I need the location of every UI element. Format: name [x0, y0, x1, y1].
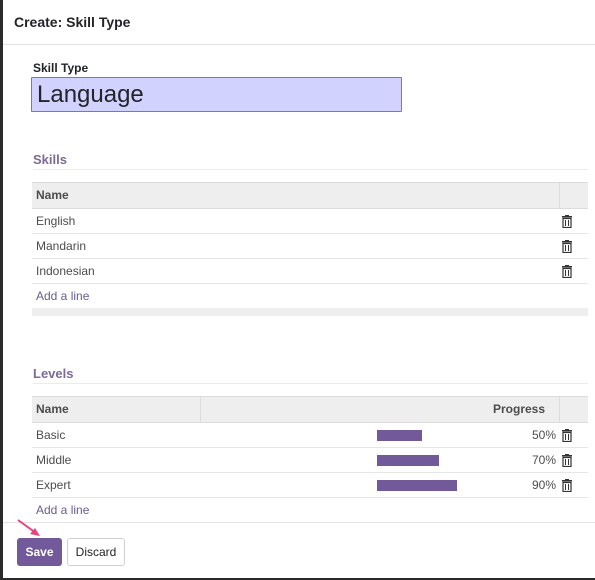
- trash-icon[interactable]: [561, 215, 573, 228]
- arrow-icon: [17, 519, 40, 536]
- table-row[interactable]: Indonesian: [32, 259, 588, 284]
- table-row[interactable]: Expert 90%: [32, 473, 588, 498]
- progress-bar: [377, 430, 466, 441]
- dialog-footer: Save Discard: [3, 522, 595, 578]
- progress-fill: [377, 430, 422, 441]
- progress-bar: [377, 455, 466, 466]
- table-row[interactable]: Mandarin: [32, 234, 588, 259]
- levels-table: Name Progress Basic 50% Middle 70% Exper…: [32, 396, 588, 522]
- progress-fill: [377, 480, 458, 491]
- trash-icon[interactable]: [561, 265, 573, 278]
- skills-table-header: Name: [32, 182, 588, 209]
- table-row[interactable]: English: [32, 209, 588, 234]
- dialog-header: Create: Skill Type: [3, 0, 595, 45]
- trash-icon[interactable]: [561, 429, 573, 442]
- skill-name[interactable]: Mandarin: [36, 234, 86, 258]
- progress-value: 90%: [532, 478, 557, 492]
- level-name[interactable]: Middle: [36, 448, 71, 472]
- skill-name[interactable]: Indonesian: [36, 259, 95, 283]
- progress-bar: [377, 480, 466, 491]
- skills-add-line-link[interactable]: Add a line: [32, 284, 588, 308]
- skills-table: Name English Mandarin Indonesian Add a l…: [32, 182, 588, 316]
- progress-fill: [377, 455, 440, 466]
- levels-column-name[interactable]: Name: [36, 397, 69, 422]
- levels-add-line-link[interactable]: Add a line: [32, 498, 588, 522]
- skills-section-title: Skills: [33, 152, 67, 167]
- dialog-body: Skill Type Language Skills Name English …: [3, 46, 595, 522]
- dialog: Create: Skill Type Skill Type Language S…: [3, 0, 595, 578]
- trash-icon[interactable]: [561, 454, 573, 467]
- discard-button[interactable]: Discard: [67, 538, 125, 566]
- levels-table-header: Name Progress: [32, 396, 588, 423]
- skill-type-label: Skill Type: [33, 61, 89, 75]
- levels-section-divider: [33, 383, 588, 384]
- level-name[interactable]: Expert: [36, 473, 71, 497]
- table-row[interactable]: Basic 50%: [32, 423, 588, 448]
- column-divider: [200, 397, 201, 422]
- levels-column-progress[interactable]: Progress: [493, 397, 545, 422]
- column-divider: [559, 397, 560, 422]
- trash-icon[interactable]: [561, 479, 573, 492]
- skills-section-divider: [33, 169, 588, 170]
- progress-value: 70%: [532, 453, 557, 467]
- trash-icon[interactable]: [561, 240, 573, 253]
- levels-section-title: Levels: [33, 366, 74, 381]
- skill-name[interactable]: English: [36, 209, 75, 233]
- level-name[interactable]: Basic: [36, 423, 65, 447]
- dialog-title: Create: Skill Type: [14, 14, 131, 30]
- skills-table-footer: [32, 308, 588, 316]
- column-divider: [559, 183, 560, 208]
- table-row[interactable]: Middle 70%: [32, 448, 588, 473]
- save-button[interactable]: Save: [17, 538, 62, 566]
- skill-type-input[interactable]: Language: [31, 77, 402, 112]
- progress-value: 50%: [532, 428, 557, 442]
- skills-column-name[interactable]: Name: [36, 183, 69, 208]
